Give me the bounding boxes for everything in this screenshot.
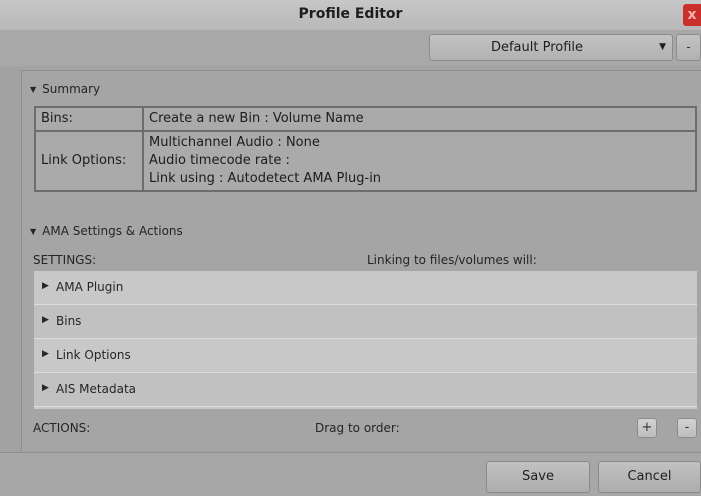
cancel-button[interactable]: Cancel [598, 461, 701, 493]
settings-item-label: AIS Metadata [56, 382, 137, 396]
settings-header: SETTINGS: Linking to files/volumes will: [33, 253, 698, 267]
save-button[interactable]: Save [486, 461, 590, 493]
profile-editor-window: Profile Editor x Default Profile ▼ - ▼ Su… [0, 0, 701, 496]
settings-item-label: AMA Plugin [56, 280, 124, 294]
chevron-down-icon: ▼ [659, 42, 666, 52]
triangle-right-icon: ▶ [42, 349, 49, 359]
drag-to-order-label: Drag to order: [315, 421, 400, 435]
summary-bins-line: Create a new Bin : Volume Name [149, 111, 364, 126]
summary-section-title: Summary [42, 82, 101, 96]
summary-table: Bins: Create a new Bin : Volume Name Lin… [34, 106, 697, 192]
triangle-right-icon: ▶ [42, 315, 49, 325]
summary-bins-value: Create a new Bin : Volume Name [142, 106, 697, 132]
linking-label: Linking to files/volumes will: [367, 253, 537, 267]
summary-link-using: Link using : Autodetect AMA Plug-in [149, 171, 382, 186]
settings-item-label: Link Options [56, 348, 131, 362]
close-icon: x [687, 7, 697, 23]
summary-link-options-value: Multichannel Audio : None Audio timecode… [142, 130, 697, 192]
dialog-button-bar: Save Cancel [0, 452, 701, 496]
settings-item-label: Bins [56, 314, 82, 328]
summary-link-options-label: Link Options: [34, 130, 144, 192]
profile-toolbar: Default Profile ▼ - [0, 30, 701, 66]
remove-action-button[interactable]: - [677, 418, 697, 438]
summary-row-bins: Bins: Create a new Bin : Volume Name [34, 106, 697, 132]
settings-item-ama-plugin[interactable]: ▶ AMA Plugin [34, 271, 697, 305]
settings-item-bins[interactable]: ▶ Bins [34, 305, 697, 339]
actions-row: ACTIONS: Drag to order: + - [33, 418, 698, 440]
summary-row-link-options: Link Options: Multichannel Audio : None … [34, 130, 697, 192]
settings-label: SETTINGS: [33, 253, 97, 267]
settings-item-ais-metadata[interactable]: ▶ AIS Metadata [34, 373, 697, 407]
title-bar: Profile Editor x [0, 0, 701, 31]
profile-dropdown[interactable]: Default Profile ▼ [429, 34, 673, 61]
summary-audio-timecode-rate: Audio timecode rate : [149, 153, 290, 168]
add-action-button[interactable]: + [637, 418, 657, 438]
actions-label: ACTIONS: [33, 421, 91, 435]
window-title: Profile Editor [298, 6, 403, 22]
summary-bins-label: Bins: [34, 106, 144, 132]
profile-dropdown-value: Default Profile [490, 40, 584, 55]
settings-item-link-options[interactable]: ▶ Link Options [34, 339, 697, 373]
settings-list: ▶ AMA Plugin ▶ Bins ▶ Link Options ▶ AIS… [34, 271, 697, 409]
triangle-down-icon: ▼ [30, 85, 37, 94]
triangle-right-icon: ▶ [42, 281, 49, 291]
ama-section-toggle[interactable]: ▼ AMA Settings & Actions [30, 224, 183, 238]
summary-multichannel-audio: Multichannel Audio : None [149, 135, 320, 150]
editor-content: ▼ Summary Bins: Create a new Bin : Volume… [21, 70, 701, 451]
close-button[interactable]: x [683, 4, 701, 26]
summary-section-toggle[interactable]: ▼ Summary [30, 82, 100, 96]
triangle-right-icon: ▶ [42, 383, 49, 393]
ama-section-title: AMA Settings & Actions [42, 224, 183, 238]
triangle-down-icon: ▼ [30, 227, 37, 236]
remove-profile-button[interactable]: - [676, 34, 701, 61]
